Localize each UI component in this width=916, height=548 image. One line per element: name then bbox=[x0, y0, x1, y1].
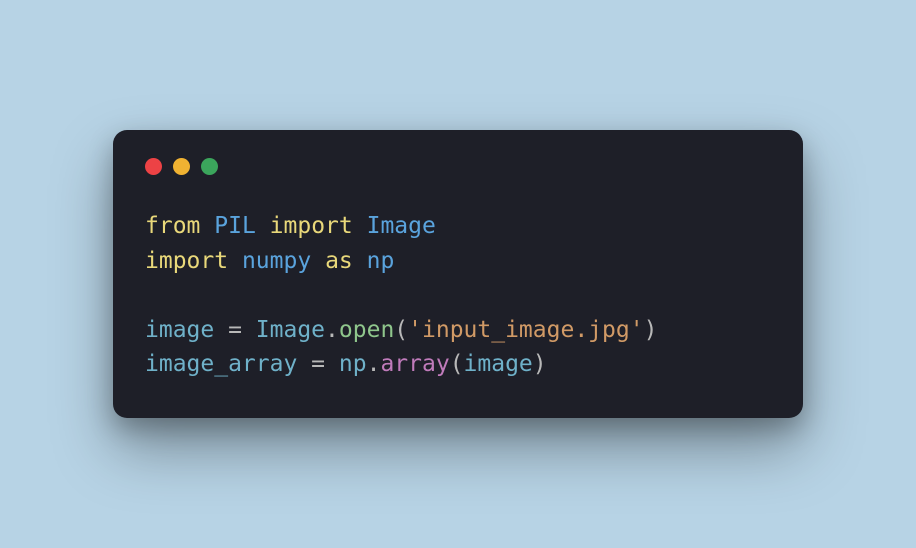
module-pil: PIL bbox=[214, 213, 256, 239]
equals: = bbox=[297, 351, 339, 377]
string-arg: 'input_image.jpg' bbox=[408, 317, 643, 343]
close-icon[interactable] bbox=[145, 158, 162, 175]
module-image: Image bbox=[367, 213, 436, 239]
dot: . bbox=[367, 351, 381, 377]
lparen: ( bbox=[450, 351, 464, 377]
var-image-array: image_array bbox=[145, 351, 297, 377]
module-np-ref: np bbox=[339, 351, 367, 377]
keyword-import: import bbox=[145, 248, 228, 274]
equals: = bbox=[214, 317, 256, 343]
code-window: from PIL import Image import numpy as np… bbox=[113, 130, 803, 418]
func-open: open bbox=[339, 317, 394, 343]
dot: . bbox=[325, 317, 339, 343]
minimize-icon[interactable] bbox=[173, 158, 190, 175]
window-titlebar bbox=[145, 158, 771, 175]
maximize-icon[interactable] bbox=[201, 158, 218, 175]
rparen: ) bbox=[644, 317, 658, 343]
class-image: Image bbox=[256, 317, 325, 343]
keyword-as: as bbox=[325, 248, 353, 274]
lparen: ( bbox=[394, 317, 408, 343]
arg-image: image bbox=[464, 351, 533, 377]
code-block: from PIL import Image import numpy as np… bbox=[145, 209, 771, 382]
func-array: array bbox=[380, 351, 449, 377]
module-np: np bbox=[367, 248, 395, 274]
var-image: image bbox=[145, 317, 214, 343]
rparen: ) bbox=[533, 351, 547, 377]
keyword-import: import bbox=[270, 213, 353, 239]
module-numpy: numpy bbox=[242, 248, 311, 274]
keyword-from: from bbox=[145, 213, 200, 239]
